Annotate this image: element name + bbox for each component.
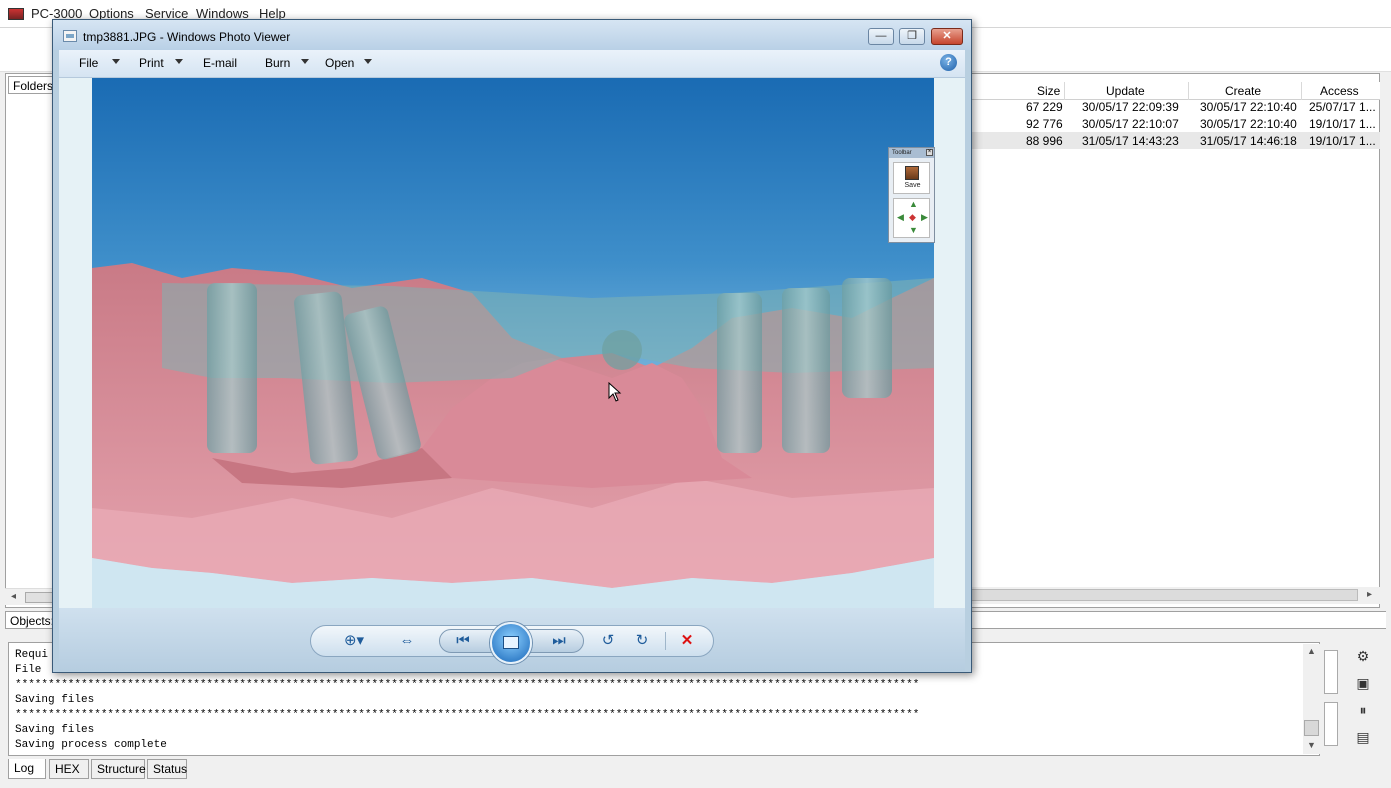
tab-log[interactable]: Log: [8, 759, 46, 779]
file-row-selected[interactable]: 88 996 31/05/17 14:43:23 31/05/17 14:46:…: [970, 132, 1380, 149]
log-side-tools: ⚙ ▣ ⏸ ▤: [1322, 644, 1382, 754]
settings-icon[interactable]: ⚙: [1354, 647, 1372, 665]
photo-viewer-menu: File Print E-mail Burn Open ?: [59, 50, 965, 78]
menu-open[interactable]: Open: [325, 56, 354, 70]
file-row[interactable]: 92 776 30/05/17 22:10:07 30/05/17 22:10:…: [970, 115, 1380, 132]
save-icon: [905, 166, 919, 180]
log-line: Saving process complete: [15, 739, 167, 751]
file-access: 25/07/17 1...: [1309, 100, 1376, 114]
mouse-cursor-icon: [608, 382, 622, 402]
close-icon[interactable]: ×: [926, 149, 933, 156]
app-logo-icon: [8, 8, 24, 20]
objects-label: Objects:: [5, 611, 55, 629]
toolbar-save-label: Save: [904, 182, 921, 189]
playback-controls: ⊕▾ ⇔ ⏮ ⏭ ↺ ↻ ✕: [310, 622, 714, 664]
file-update: 30/05/17 22:09:39: [1082, 100, 1179, 114]
log-line: Saving files: [15, 724, 95, 736]
scroll-thumb[interactable]: [970, 589, 1358, 601]
file-size: 92 776: [1026, 117, 1063, 131]
window-title: tmp3881.JPG - Windows Photo Viewer: [83, 30, 291, 44]
files-hscrollbar[interactable]: ▸: [970, 587, 1380, 604]
next-button[interactable]: ⏭: [547, 630, 571, 652]
tab-hex[interactable]: HEX: [49, 759, 89, 779]
file-create: 30/05/17 22:10:40: [1200, 117, 1297, 131]
slideshow-icon: [503, 636, 519, 649]
toolbar-save-button[interactable]: Save: [893, 162, 930, 194]
chevron-down-icon[interactable]: [301, 59, 309, 64]
arrow-left-icon[interactable]: ◀: [897, 212, 904, 223]
col-update[interactable]: Update: [1106, 84, 1145, 98]
log-line: Saving files: [15, 694, 95, 706]
scroll-thumb[interactable]: [25, 592, 55, 603]
arrow-up-icon[interactable]: ▲: [909, 199, 918, 209]
previous-button[interactable]: ⏮: [451, 630, 475, 652]
file-size: 67 229: [1026, 100, 1063, 114]
chevron-down-icon[interactable]: [175, 59, 183, 64]
folders-pane: Folders: [5, 73, 59, 608]
folders-hscrollbar[interactable]: ◂: [5, 588, 55, 605]
close-button[interactable]: ✕: [931, 28, 963, 45]
col-size[interactable]: Size: [1037, 84, 1060, 98]
menu-burn[interactable]: Burn: [265, 56, 290, 70]
floating-toolbar: Toolbar × Save ▲ ◀ ◆ ▶ ▼: [888, 147, 935, 243]
col-create[interactable]: Create: [1225, 84, 1261, 98]
log-line: File: [15, 664, 49, 676]
rotate-cw-button[interactable]: ↻: [630, 630, 654, 652]
file-update: 31/05/17 14:43:23: [1082, 134, 1179, 148]
file-create: 31/05/17 14:46:18: [1200, 134, 1297, 148]
file-access: 19/10/17 1...: [1309, 117, 1376, 131]
viewer-control-bar: ⊕▾ ⇔ ⏮ ⏭ ↺ ↻ ✕: [59, 608, 965, 671]
actual-size-button[interactable]: ⇔: [395, 630, 419, 652]
save-icon[interactable]: ▣: [1354, 674, 1372, 692]
folders-tab[interactable]: Folders: [8, 76, 59, 94]
save-as-icon[interactable]: ▤: [1354, 728, 1372, 746]
center-icon[interactable]: ◆: [909, 212, 916, 223]
arrow-down-icon[interactable]: ▼: [909, 225, 918, 235]
slideshow-button[interactable]: [490, 622, 532, 664]
scroll-right-icon[interactable]: ▸: [1367, 589, 1372, 600]
minimize-button[interactable]: —: [868, 28, 894, 45]
arrow-right-icon[interactable]: ▶: [921, 212, 928, 223]
dental-scan-image: [92, 78, 934, 608]
zoom-button[interactable]: ⊕▾: [337, 630, 371, 652]
restore-button[interactable]: ❐: [899, 28, 925, 45]
menu-email[interactable]: E-mail: [203, 56, 237, 70]
file-row[interactable]: 67 229 30/05/17 22:09:39 30/05/17 22:10:…: [970, 98, 1380, 115]
chevron-down-icon[interactable]: [112, 59, 120, 64]
scroll-left-icon[interactable]: ◂: [11, 591, 16, 602]
chevron-down-icon[interactable]: [364, 59, 372, 64]
rotate-ccw-button[interactable]: ↺: [596, 630, 620, 652]
menu-file[interactable]: File: [79, 56, 98, 70]
tab-structure[interactable]: Structure: [91, 759, 146, 779]
log-line: ****************************************…: [15, 679, 920, 691]
image-canvas: Toolbar × Save ▲ ◀ ◆ ▶ ▼: [59, 78, 965, 608]
slider-track[interactable]: [1324, 702, 1338, 746]
file-create: 30/05/17 22:10:40: [1200, 100, 1297, 114]
files-pane: Size Update Create Access 67 229 30/05/1…: [970, 73, 1380, 608]
menu-print[interactable]: Print: [139, 56, 164, 70]
objects-bar: [970, 611, 1386, 629]
tab-status[interactable]: Status: [147, 759, 187, 779]
pause-icon[interactable]: ⏸: [1354, 701, 1372, 719]
scroll-up-icon[interactable]: ▲: [1307, 646, 1316, 656]
file-size: 88 996: [1026, 134, 1063, 148]
photo-viewer-window: tmp3881.JPG - Windows Photo Viewer — ❐ ✕…: [52, 19, 972, 673]
divider: [665, 632, 666, 650]
delete-button[interactable]: ✕: [675, 630, 699, 652]
scroll-thumb[interactable]: [1304, 720, 1319, 736]
log-line: ****************************************…: [15, 709, 920, 721]
slider-track[interactable]: [1324, 650, 1338, 694]
photo-viewer-titlebar[interactable]: tmp3881.JPG - Windows Photo Viewer — ❐ ✕: [53, 20, 971, 50]
photo-viewer-icon: [63, 30, 77, 42]
scroll-down-icon[interactable]: ▼: [1307, 740, 1316, 750]
file-update: 30/05/17 22:10:07: [1082, 117, 1179, 131]
log-line: Requi: [15, 649, 49, 661]
pan-navigator[interactable]: ▲ ◀ ◆ ▶ ▼: [893, 198, 930, 238]
log-vscrollbar[interactable]: ▲ ▼: [1303, 644, 1320, 754]
help-icon[interactable]: ?: [940, 54, 957, 71]
file-access: 19/10/17 1...: [1309, 134, 1376, 148]
col-access[interactable]: Access: [1320, 84, 1359, 98]
